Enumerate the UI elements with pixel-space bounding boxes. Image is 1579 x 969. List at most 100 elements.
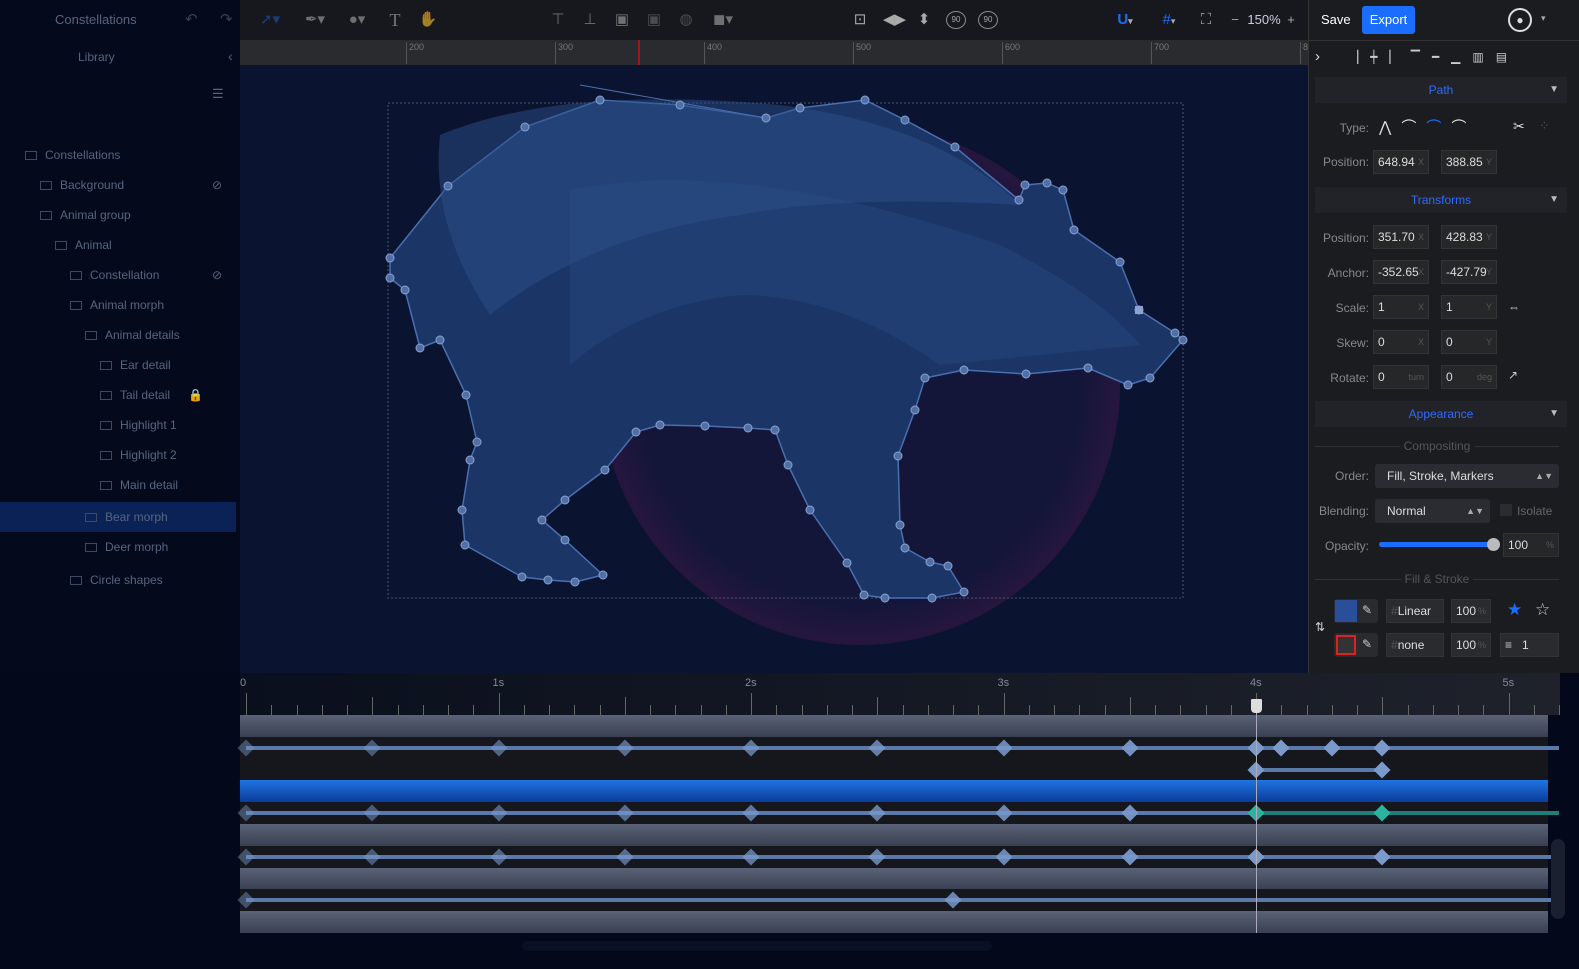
library-tab[interactable]: Library	[78, 50, 115, 64]
select-tool-icon[interactable]: ➚▾	[255, 10, 285, 30]
path-node[interactable]	[761, 113, 771, 123]
lock-icon[interactable]: 🔒	[188, 380, 203, 410]
keyframe[interactable]	[1373, 761, 1391, 779]
zoom-out-button[interactable]: −	[1228, 10, 1242, 30]
path-node[interactable]	[1178, 335, 1188, 345]
path-node[interactable]	[675, 100, 685, 110]
timeline-track[interactable]	[237, 802, 1559, 825]
timeline-scrollbar[interactable]	[1551, 839, 1565, 919]
pen-tool-icon[interactable]: ✒▾	[300, 10, 330, 30]
swap-fill-stroke-icon[interactable]: ⇅	[1315, 620, 1325, 634]
layer-item[interactable]: Constellations	[0, 140, 236, 170]
path-node[interactable]	[1069, 225, 1079, 235]
keyframe[interactable]	[1323, 739, 1341, 757]
layer-item[interactable]: Main detail	[0, 470, 236, 500]
link-scale-icon[interactable]: ⇔	[1508, 300, 1520, 314]
path-node[interactable]	[1014, 195, 1024, 205]
path-node[interactable]	[927, 593, 937, 603]
collapse-panel-icon[interactable]: ‹	[228, 48, 233, 64]
path-node[interactable]	[895, 520, 905, 530]
node-type-buttons[interactable]: ⋀⌒⌒⌒	[1379, 116, 1476, 137]
path-node[interactable]	[743, 423, 753, 433]
align-bottom-icon[interactable]: ⊥	[580, 10, 600, 30]
layer-item[interactable]: Highlight 1	[0, 410, 236, 440]
rotate-x-input[interactable]: 0 turn	[1373, 365, 1429, 389]
path-node[interactable]	[560, 535, 570, 545]
path-node[interactable]	[959, 587, 969, 597]
path-node[interactable]	[400, 285, 410, 295]
path-node[interactable]	[900, 115, 910, 125]
keyframe[interactable]	[742, 804, 760, 822]
distribute-v-icon[interactable]: ▤	[1496, 50, 1519, 64]
position-x-input[interactable]: 351.70 X	[1373, 225, 1429, 249]
skew-x-input[interactable]: 0X	[1373, 330, 1429, 354]
timeline-track[interactable]	[240, 780, 1548, 803]
layer-item[interactable]: Constellation ⊘	[0, 260, 236, 290]
eyedropper-icon[interactable]: ✎	[1362, 603, 1372, 617]
rotate-origin-icon[interactable]: ↗	[1508, 368, 1518, 382]
layer-item[interactable]: Circle shapes	[0, 565, 236, 595]
keyframe[interactable]	[363, 848, 381, 866]
order-select[interactable]: Fill, Stroke, Markers ▲▼	[1375, 464, 1559, 488]
path-node[interactable]	[1083, 363, 1093, 373]
zoom-level[interactable]: 150%	[1244, 10, 1284, 30]
path-node[interactable]	[520, 122, 530, 132]
path-position-x-input[interactable]: 648.94 X	[1373, 150, 1429, 174]
layer-item[interactable]: Tail detail 🔒	[0, 380, 236, 410]
timeline-track[interactable]	[237, 736, 1559, 759]
keyframe[interactable]	[237, 739, 255, 757]
layer-item[interactable]: Animal group	[0, 200, 236, 230]
path-node[interactable]	[435, 335, 445, 345]
zoom-in-button[interactable]: +	[1284, 10, 1298, 30]
path-node[interactable]	[943, 561, 953, 571]
playhead-handle[interactable]	[1251, 699, 1262, 713]
user-menu-chevron-icon[interactable]: ▾	[1541, 13, 1546, 24]
path-node[interactable]	[472, 437, 482, 447]
path-node[interactable]	[1115, 257, 1125, 267]
transforms-section-header[interactable]: Transforms ▼	[1315, 187, 1567, 213]
path-node[interactable]	[700, 421, 710, 431]
path-node[interactable]	[598, 570, 608, 580]
path-node[interactable]	[543, 575, 553, 585]
rotate-cw-90-icon[interactable]: 90	[978, 11, 998, 29]
path-node[interactable]	[517, 572, 527, 582]
keyframe[interactable]	[237, 804, 255, 822]
path-node[interactable]	[1123, 380, 1133, 390]
fill-opacity-input[interactable]: 100%	[1451, 599, 1491, 623]
layer-item[interactable]: Animal	[0, 230, 236, 260]
stroke-width-input[interactable]: ≡ 1	[1500, 633, 1559, 657]
keyframe[interactable]	[1373, 848, 1391, 866]
position-y-input[interactable]: 428.83 Y	[1441, 225, 1497, 249]
stroke-type-input[interactable]: #none	[1386, 633, 1444, 657]
path-node[interactable]	[920, 373, 930, 383]
keyframe[interactable]	[868, 848, 886, 866]
fill-swatch[interactable]: ✎	[1334, 599, 1378, 623]
keyframe[interactable]	[995, 804, 1012, 822]
align-right-icon[interactable]: ▏	[1389, 50, 1410, 64]
layer-item[interactable]: Bear morph	[0, 502, 236, 532]
path-node[interactable]	[385, 273, 395, 283]
layer-item[interactable]: Highlight 2	[0, 440, 236, 470]
flip-vertical-icon[interactable]: ⬍	[914, 10, 934, 30]
scale-y-input[interactable]: 1Y	[1441, 295, 1497, 319]
export-button[interactable]: Export	[1362, 6, 1415, 34]
undo-icon[interactable]: ↶	[185, 10, 198, 30]
path-node[interactable]	[860, 95, 870, 105]
keyframe[interactable]	[616, 739, 634, 757]
align-left-icon[interactable]: ▕	[1349, 50, 1370, 64]
fit-icon[interactable]: ⊡	[850, 10, 870, 30]
timeline-track[interactable]	[240, 911, 1548, 934]
path-node[interactable]	[880, 593, 890, 603]
timeline-track[interactable]	[237, 889, 1559, 912]
align-middle-icon[interactable]: ━	[1432, 50, 1451, 64]
path-node[interactable]	[1145, 373, 1155, 383]
keyframe[interactable]	[1272, 739, 1290, 757]
path-node[interactable]	[959, 365, 969, 375]
canvas[interactable]	[240, 65, 1308, 673]
path-node[interactable]	[461, 390, 471, 400]
save-button[interactable]: Save	[1321, 12, 1351, 27]
keyframe[interactable]	[616, 848, 634, 866]
node-smooth-icon[interactable]: ⌒	[1401, 119, 1426, 136]
layer-item[interactable]: Ear detail	[0, 350, 236, 380]
keyframe[interactable]	[944, 891, 962, 909]
